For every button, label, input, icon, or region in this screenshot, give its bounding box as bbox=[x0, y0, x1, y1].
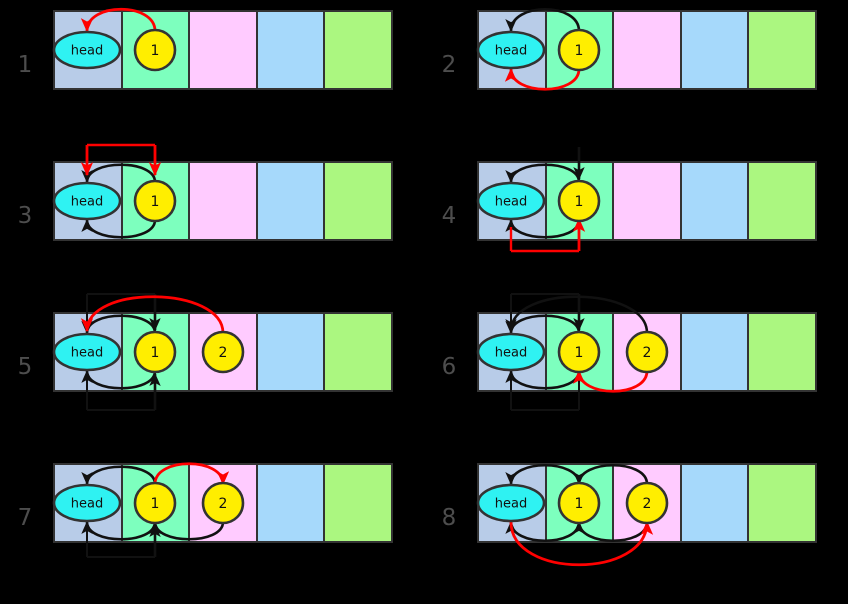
array-cell-2 bbox=[612, 161, 682, 241]
array-strip bbox=[477, 463, 817, 543]
array-cell-1 bbox=[544, 10, 615, 90]
array-cell-2 bbox=[188, 312, 258, 392]
array-cell-0 bbox=[53, 161, 123, 241]
array-cell-1 bbox=[120, 312, 191, 392]
array-cell-0 bbox=[477, 161, 547, 241]
array-cell-4 bbox=[323, 10, 393, 90]
array-cell-3 bbox=[679, 463, 750, 543]
array-cell-2 bbox=[612, 10, 682, 90]
panel-number: 3 bbox=[17, 203, 33, 229]
array-cell-4 bbox=[323, 463, 393, 543]
array-cell-2 bbox=[612, 463, 682, 543]
array-cell-3 bbox=[679, 312, 750, 392]
array-strip bbox=[53, 161, 393, 241]
panel-5: 5 head 1 2 bbox=[0, 293, 424, 453]
panel-number: 7 bbox=[17, 505, 33, 531]
array-cell-0 bbox=[477, 312, 547, 392]
array-strip bbox=[53, 463, 393, 543]
panel-number: 8 bbox=[441, 505, 457, 531]
array-cell-4 bbox=[323, 161, 393, 241]
array-cell-4 bbox=[747, 463, 817, 543]
array-cell-4 bbox=[323, 312, 393, 392]
panel-6: 6 head 1 2 bbox=[424, 293, 848, 453]
array-cell-4 bbox=[747, 312, 817, 392]
panel-number: 6 bbox=[441, 354, 457, 380]
panel-3: 3 head 1 bbox=[0, 143, 424, 302]
panel-8: 8 head 1 2 bbox=[424, 453, 848, 604]
array-cell-0 bbox=[53, 463, 123, 543]
array-cell-1 bbox=[544, 161, 615, 241]
array-strip bbox=[53, 10, 393, 90]
array-cell-3 bbox=[679, 161, 750, 241]
array-strip bbox=[477, 161, 817, 241]
array-cell-2 bbox=[188, 463, 258, 543]
array-strip bbox=[477, 312, 817, 392]
array-cell-0 bbox=[477, 10, 547, 90]
array-strip bbox=[477, 10, 817, 90]
panel-7: 7 head 1 2 bbox=[0, 453, 424, 604]
array-cell-1 bbox=[120, 161, 191, 241]
array-cell-1 bbox=[544, 463, 615, 543]
array-cell-3 bbox=[679, 10, 750, 90]
array-cell-3 bbox=[255, 463, 326, 543]
array-cell-4 bbox=[747, 10, 817, 90]
panel-2: 2 head 1 bbox=[424, 0, 848, 151]
array-strip bbox=[53, 312, 393, 392]
array-cell-3 bbox=[255, 10, 326, 90]
panel-number: 4 bbox=[441, 203, 457, 229]
array-cell-2 bbox=[188, 10, 258, 90]
array-cell-0 bbox=[477, 463, 547, 543]
panel-4: 4 head 1 bbox=[424, 147, 848, 302]
array-cell-0 bbox=[53, 312, 123, 392]
panel-number: 2 bbox=[441, 52, 457, 78]
figure-canvas: 1 head 1 2 head 1 3 head 1 4 head 1 5 head 1 2 6 head 1 2 7 h… bbox=[0, 0, 848, 603]
array-cell-2 bbox=[612, 312, 682, 392]
panel-number: 5 bbox=[17, 354, 33, 380]
array-cell-2 bbox=[188, 161, 258, 241]
panel-1: 1 head 1 bbox=[0, 0, 424, 151]
array-cell-0 bbox=[53, 10, 123, 90]
array-cell-1 bbox=[120, 463, 191, 543]
array-cell-3 bbox=[255, 161, 326, 241]
panel-number: 1 bbox=[17, 52, 33, 78]
array-cell-1 bbox=[544, 312, 615, 392]
array-cell-1 bbox=[120, 10, 191, 90]
array-cell-3 bbox=[255, 312, 326, 392]
array-cell-4 bbox=[747, 161, 817, 241]
